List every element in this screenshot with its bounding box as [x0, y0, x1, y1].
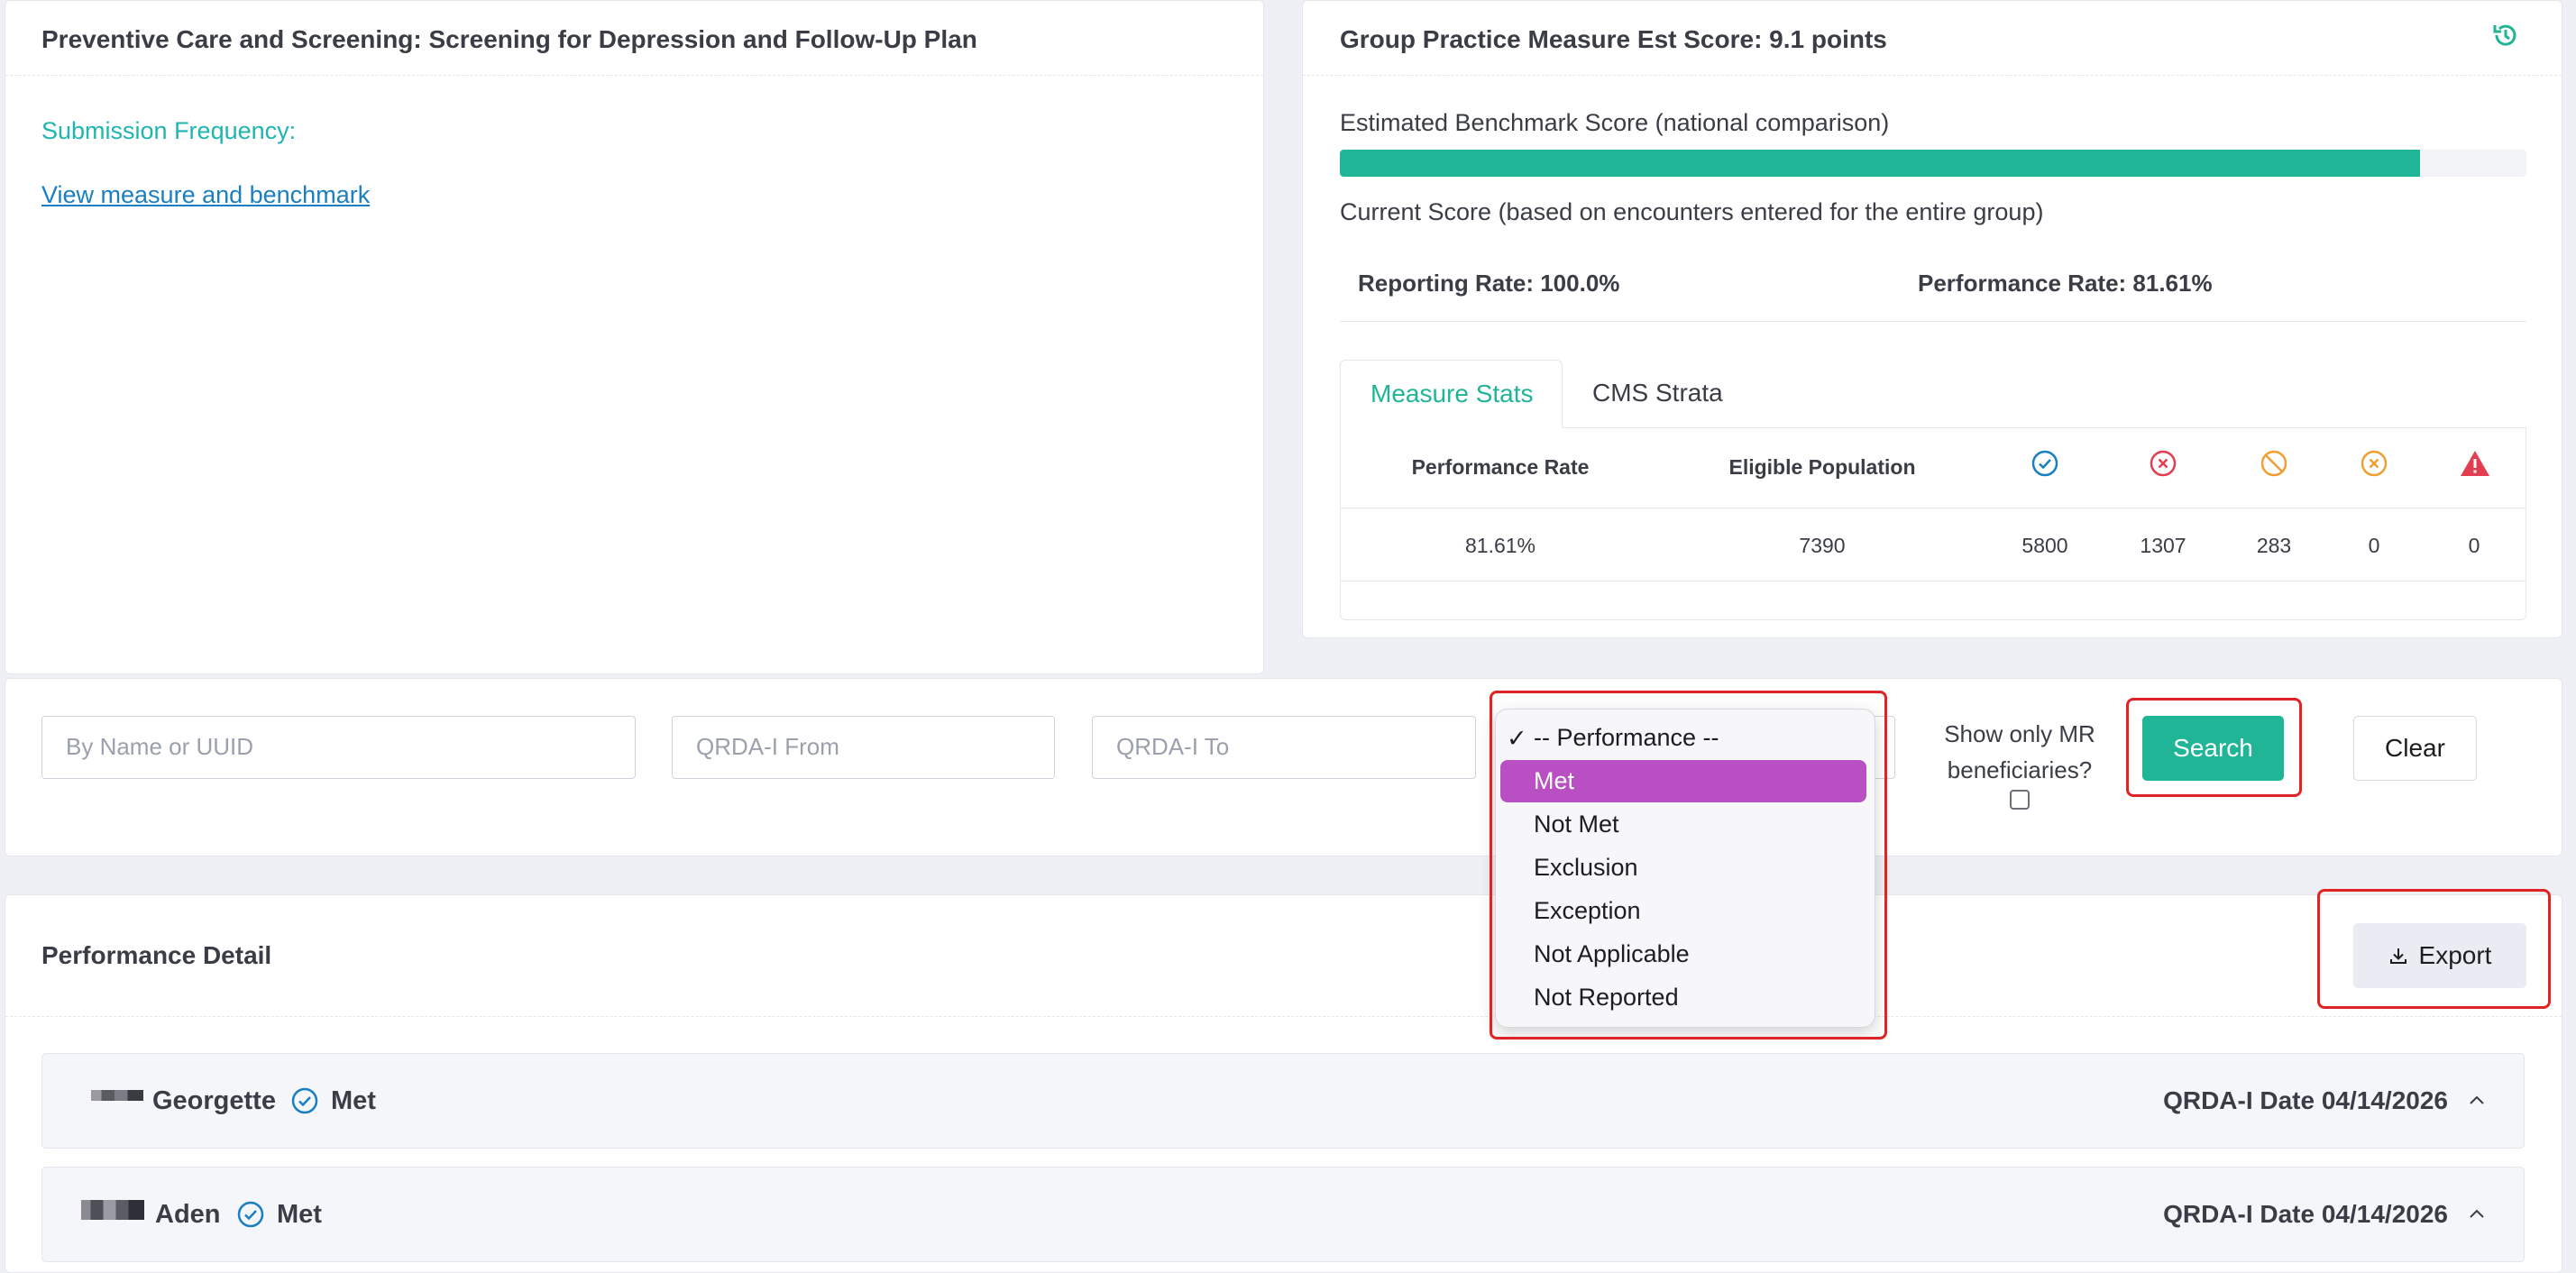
met-icon: [236, 1200, 265, 1229]
not-applicable-icon: [2260, 449, 2288, 478]
row-status: Met: [277, 1200, 322, 1229]
reporting-rate: Reporting Rate: 100.0%: [1358, 270, 1620, 297]
stats-bottom-divider: [1341, 581, 2526, 582]
clear-button[interactable]: Clear: [2353, 716, 2477, 781]
row-date: QRDA-I Date 04/14/2026: [2163, 1086, 2448, 1114]
stat-value-eligible-population: 7390: [1799, 534, 1846, 557]
met-icon: [2031, 449, 2059, 478]
mr-label-line2: beneficiaries?: [1947, 756, 2093, 783]
row-status: Met: [331, 1086, 376, 1115]
score-divider: [1303, 75, 2562, 76]
measure-divider: [5, 75, 1263, 76]
tab-cms-strata-label: CMS Strata: [1592, 379, 1723, 407]
score-title: Group Practice Measure Est Score: 9.1 po…: [1340, 25, 1887, 53]
annotation-box-search: [2126, 698, 2302, 797]
performance-detail-title: Performance Detail: [41, 941, 272, 969]
stat-value-warning: 0: [2468, 534, 2480, 557]
annotation-box-export: [2317, 889, 2551, 1009]
submission-frequency-label: Submission Frequency:: [41, 117, 297, 144]
measure-title: Preventive Care and Screening: Screening…: [41, 25, 977, 53]
annotation-box-dropdown: [1490, 691, 1887, 1039]
search-name-input[interactable]: By Name or UUID: [41, 716, 636, 779]
avatar: [91, 1090, 143, 1101]
mr-label: Show only MR beneficiaries?: [1943, 716, 2096, 788]
benchmark-label: Estimated Benchmark Score (national comp…: [1340, 109, 1890, 136]
benchmark-bar: [1340, 150, 2526, 177]
current-score-label: Current Score (based on encounters enter…: [1340, 198, 2044, 225]
stat-header-eligible-population: Eligible Population: [1728, 455, 1916, 479]
chevron-up-icon[interactable]: [2466, 1204, 2488, 1225]
stat-value-not-met: 1307: [2140, 534, 2186, 557]
stat-value-met: 5800: [2021, 534, 2068, 557]
mr-label-line1: Show only MR: [1944, 720, 2095, 747]
measure-card: Preventive Care and Screening: Screening…: [5, 0, 1264, 674]
qrda-to-input[interactable]: QRDA-I To: [1092, 716, 1476, 779]
history-icon[interactable]: [2491, 21, 2520, 50]
warning-icon: [2460, 449, 2489, 478]
benchmark-bar-fill: [1340, 150, 2420, 177]
performance-rate: Performance Rate: 81.61%: [1918, 270, 2213, 297]
list-item[interactable]: Georgette Met QRDA-I Date 04/14/2026: [41, 1053, 2525, 1149]
detail-divider: [5, 1016, 2562, 1017]
met-icon: [290, 1086, 319, 1115]
rates-divider: [1340, 321, 2526, 322]
qrda-from-input[interactable]: QRDA-I From: [672, 716, 1055, 779]
row-name: Aden: [155, 1200, 221, 1229]
stat-value-not-applicable: 283: [2256, 534, 2292, 557]
mr-checkbox[interactable]: [2010, 790, 2030, 810]
exception-icon: [2360, 449, 2388, 478]
tab-cms-strata[interactable]: CMS Strata: [1592, 379, 1723, 408]
chevron-up-icon[interactable]: [2466, 1090, 2488, 1112]
stat-value-exception: 0: [2368, 534, 2380, 557]
avatar: [81, 1200, 144, 1220]
tab-measure-stats[interactable]: Measure Stats: [1340, 360, 1563, 428]
row-name: Georgette: [152, 1086, 276, 1115]
not-met-icon: [2149, 449, 2177, 478]
clear-button-label: Clear: [2385, 734, 2445, 762]
stat-value-performance-rate: 81.61%: [1464, 534, 1536, 557]
view-measure-link[interactable]: View measure and benchmark: [41, 181, 370, 209]
row-date: QRDA-I Date 04/14/2026: [2163, 1200, 2448, 1228]
tab-measure-stats-label: Measure Stats: [1371, 380, 1534, 408]
stat-header-performance-rate: Performance Rate: [1411, 455, 1590, 479]
list-item[interactable]: Aden Met QRDA-I Date 04/14/2026: [41, 1167, 2525, 1262]
